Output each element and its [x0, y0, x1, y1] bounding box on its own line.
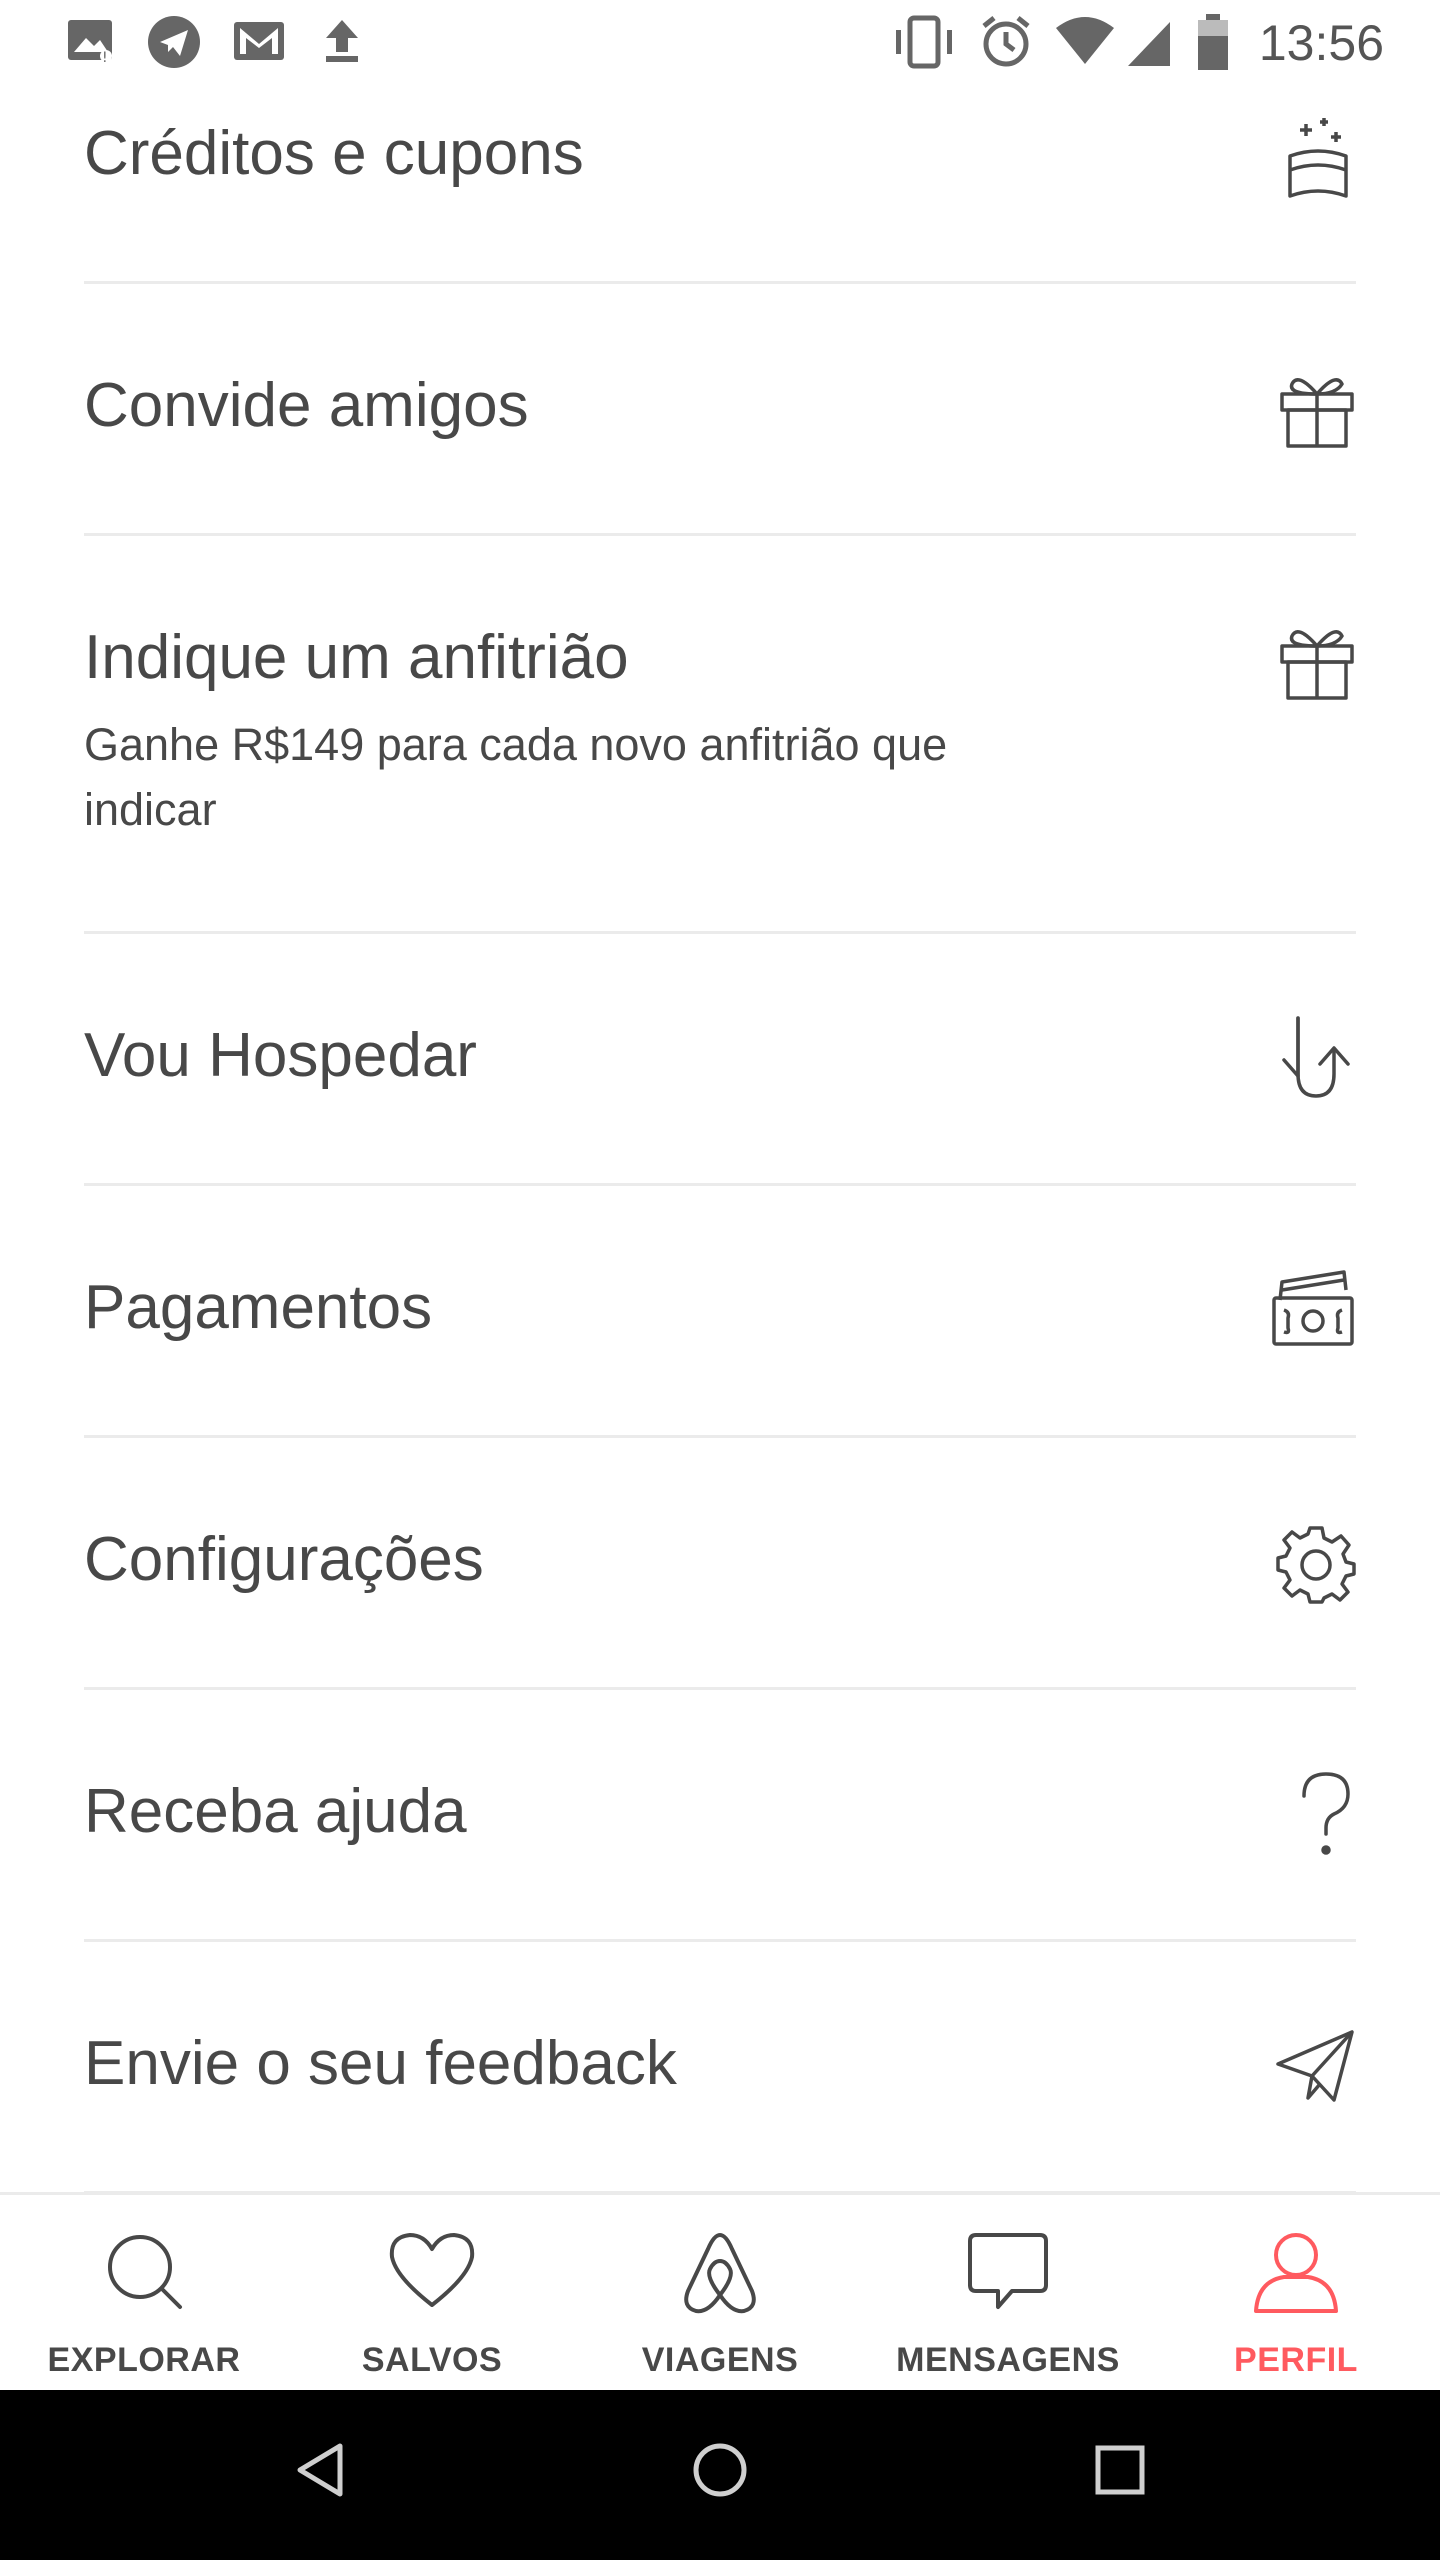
status-bar: ! 13:56: [0, 0, 1440, 86]
tab-label: PERFIL: [1234, 2341, 1358, 2379]
svg-text:!: !: [102, 50, 108, 66]
profile-icon: [1254, 2233, 1338, 2313]
payments-icon: [1270, 1268, 1356, 1357]
tab-perfil[interactable]: PERFIL: [1152, 2195, 1440, 2393]
tab-label: EXPLORAR: [47, 2341, 241, 2379]
alarm-icon: [978, 14, 1034, 75]
menu-item-label: Pagamentos: [84, 1273, 433, 1342]
chat-icon: [968, 2233, 1048, 2309]
menu-item-indique-anfitriao[interactable]: Indique um anfitrião Ganhe R$149 para ca…: [84, 536, 1356, 934]
tab-label: SALVOS: [361, 2341, 503, 2379]
menu-item-creditos-cupons[interactable]: Créditos e cupons: [84, 86, 1356, 284]
paper-plane-icon: [1276, 2028, 1356, 2109]
gift-icon: [1278, 622, 1356, 705]
system-navigation-bar: [0, 2390, 1440, 2560]
help-icon: [1296, 1770, 1356, 1865]
menu-item-label: Convide amigos: [84, 371, 529, 440]
tab-viagens[interactable]: VIAGENS: [576, 2195, 864, 2393]
gear-icon: [1276, 1524, 1356, 1609]
menu-item-configuracoes[interactable]: Configurações: [84, 1438, 1356, 1690]
signal-icon: [1124, 14, 1174, 75]
search-icon: [108, 2235, 182, 2309]
credits-coupons-icon: [1280, 116, 1356, 207]
home-icon[interactable]: [690, 2440, 750, 2505]
tab-explorar[interactable]: EXPLORAR: [0, 2195, 288, 2393]
menu-item-label: Créditos e cupons: [84, 119, 584, 188]
telegram-icon: [146, 14, 202, 75]
gift-icon: [1278, 370, 1356, 453]
image-icon: !: [66, 14, 118, 71]
tab-mensagens[interactable]: MENSAGENS: [864, 2195, 1152, 2393]
menu-item-subtitle: Ganhe R$149 para cada novo anfitrião que…: [84, 719, 948, 835]
menu-item-label: Envie o seu feedback: [84, 2029, 677, 2098]
menu-item-pagamentos[interactable]: Pagamentos: [84, 1186, 1356, 1438]
status-time: 13:56: [1258, 15, 1384, 71]
gmail-icon: [232, 14, 286, 73]
bottom-navigation: EXPLORAR SALVOS VIAGENS MENSAGENS PERFIL: [0, 2192, 1440, 2393]
recents-icon[interactable]: [1090, 2440, 1150, 2505]
heart-icon: [389, 2233, 475, 2307]
menu-item-label: Indique um anfitrião: [84, 623, 629, 692]
tab-label: VIAGENS: [641, 2341, 799, 2379]
back-icon[interactable]: [290, 2440, 350, 2505]
airbnb-logo-icon: [684, 2233, 756, 2314]
menu-item-label: Vou Hospedar: [84, 1021, 477, 1090]
upload-icon: [318, 14, 366, 73]
battery-icon: [1196, 14, 1230, 77]
tab-salvos[interactable]: SALVOS: [288, 2195, 576, 2393]
menu-item-envie-feedback[interactable]: Envie o seu feedback: [84, 1942, 1356, 2194]
menu-item-vou-hospedar[interactable]: Vou Hospedar: [84, 934, 1356, 1186]
host-switch-icon: [1272, 1014, 1356, 1107]
vibrate-icon: [892, 14, 956, 75]
menu-item-label: Receba ajuda: [84, 1777, 467, 1846]
menu-item-convide-amigos[interactable]: Convide amigos: [84, 284, 1356, 536]
profile-menu: Créditos e cupons Convide amigos Indique…: [84, 86, 1356, 2194]
wifi-icon: [1054, 14, 1116, 75]
menu-item-receba-ajuda[interactable]: Receba ajuda: [84, 1690, 1356, 1942]
menu-item-label: Configurações: [84, 1525, 484, 1594]
tab-label: MENSAGENS: [896, 2341, 1120, 2379]
